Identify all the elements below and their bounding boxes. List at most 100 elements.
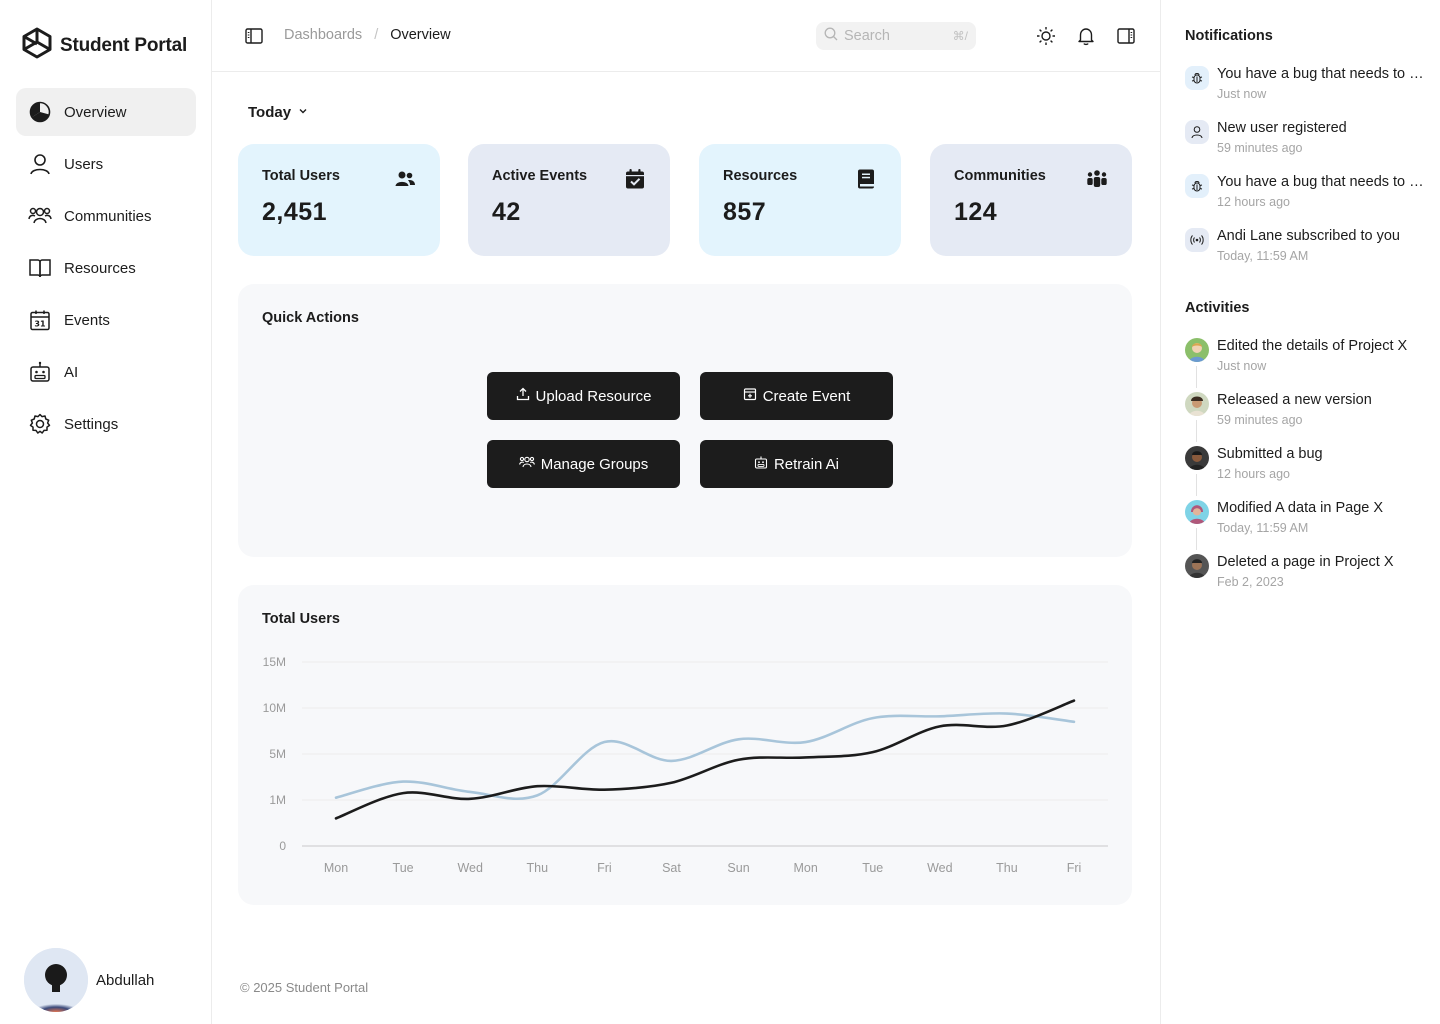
sidebar-item-label: Communities [64, 207, 152, 225]
broadcast-icon [1185, 228, 1209, 252]
notification-text: You have a bug that needs to be fixed [1217, 66, 1425, 82]
avatar [24, 948, 88, 1012]
main-content: Today Total Users 2,451 Active Events 42… [212, 72, 1160, 1024]
activity-item[interactable]: Submitted a bug 12 hours ago [1185, 446, 1429, 496]
notification-item[interactable]: New user registered 59 minutes ago [1185, 120, 1429, 164]
calendar-icon: 31 [28, 308, 52, 332]
search-box[interactable]: ⌘/ [816, 22, 976, 50]
stat-label: Active Events [492, 168, 588, 184]
gear-icon [28, 412, 52, 436]
sidebar: Student Portal Overview Users Communitie… [0, 0, 212, 1024]
stat-label: Total Users [262, 168, 340, 184]
user-profile[interactable]: Abdullah [24, 948, 154, 1012]
panel-toggle-icon[interactable] [1114, 24, 1138, 48]
sidebar-toggle-icon[interactable] [244, 26, 264, 51]
stat-card-active-events[interactable]: Active Events 42 [468, 144, 670, 256]
bell-icon[interactable] [1074, 24, 1098, 48]
calendar-plus-icon [743, 387, 757, 405]
brand[interactable]: Student Portal [20, 26, 187, 65]
search-input[interactable] [844, 28, 940, 44]
header-actions [1034, 24, 1138, 48]
notifications-title: Notifications [1185, 28, 1273, 44]
activity-time: Just now [1217, 359, 1267, 373]
robot-icon [754, 455, 768, 473]
manage-groups-button[interactable]: Manage Groups [487, 440, 680, 488]
stat-card-communities[interactable]: Communities 124 [930, 144, 1132, 256]
button-label: Manage Groups [540, 455, 649, 473]
calendar-check-icon [624, 168, 646, 190]
sidebar-item-label: AI [64, 363, 79, 381]
upload-resource-button[interactable]: Upload Resource [487, 372, 680, 420]
x-tick-label: Sat [662, 861, 681, 875]
x-tick-label: Mon [324, 861, 348, 875]
x-tick-label: Fri [1067, 861, 1082, 875]
total-users-chart: 0 1M 5M 10M 15M Mon Tue Wed Thu Fri Sat Sun Mon Tue We… [263, 655, 1108, 875]
people-group-icon [1086, 168, 1108, 190]
users-icon [394, 168, 416, 190]
activity-item[interactable]: Released a new version 59 minutes ago [1185, 392, 1429, 442]
button-label: Retrain Ai [773, 455, 840, 473]
x-tick-label: Tue [393, 861, 414, 875]
sidebar-item-overview[interactable]: Overview [16, 88, 196, 136]
stat-value: 124 [954, 198, 998, 226]
breadcrumb: Dashboards / Overview [284, 27, 451, 43]
sidebar-nav: Overview Users Communities Resources 31 … [16, 88, 196, 452]
top-header: Dashboards / Overview ⌘/ [212, 0, 1160, 72]
notification-time: Today, 11:59 AM [1217, 249, 1309, 263]
y-tick-label: 0 [279, 839, 286, 853]
breadcrumb-dashboards[interactable]: Dashboards [284, 27, 362, 43]
sidebar-item-resources[interactable]: Resources [16, 244, 196, 292]
sidebar-item-settings[interactable]: Settings [16, 400, 196, 448]
activity-time: 59 minutes ago [1217, 413, 1303, 427]
activity-text: Modified A data in Page X [1217, 500, 1384, 516]
quick-actions-title: Quick Actions [262, 310, 359, 326]
footer-copyright: © 2025 Student Portal [240, 980, 369, 995]
stat-value: 2,451 [262, 198, 328, 226]
book-icon [855, 168, 877, 190]
avatar [1185, 338, 1209, 362]
activity-text: Deleted a page in Project X [1217, 554, 1394, 570]
app-title: Student Portal [60, 34, 188, 56]
avatar [1185, 500, 1209, 524]
activity-text: Edited the details of Project X [1217, 338, 1408, 354]
stat-card-resources[interactable]: Resources 857 [699, 144, 901, 256]
activity-item[interactable]: Modified A data in Page X Today, 11:59 A… [1185, 500, 1429, 550]
activity-time: 12 hours ago [1217, 467, 1290, 481]
activity-item[interactable]: Edited the details of Project X Just now [1185, 338, 1429, 388]
pie-chart-icon [28, 100, 52, 124]
notification-item[interactable]: You have a bug that needs to be fixed Ju… [1185, 66, 1429, 110]
sidebar-item-users[interactable]: Users [16, 140, 196, 188]
sun-icon[interactable] [1034, 24, 1058, 48]
create-event-button[interactable]: Create Event [700, 372, 893, 420]
y-tick-label: 1M [269, 793, 286, 807]
right-rail: Notifications You have a bug that needs … [1160, 0, 1440, 1024]
y-tick-label: 10M [263, 701, 286, 715]
retrain-ai-button[interactable]: Retrain Ai [700, 440, 893, 488]
user-name: Abdullah [96, 971, 155, 989]
notification-text: New user registered [1217, 120, 1347, 136]
book-open-icon [28, 256, 52, 280]
button-label: Create Event [762, 387, 851, 405]
notification-item[interactable]: Andi Lane subscribed to you Today, 11:59… [1185, 228, 1429, 272]
sidebar-item-ai[interactable]: AI [16, 348, 196, 396]
svg-text:31: 31 [34, 320, 46, 329]
x-tick-label: Tue [862, 861, 883, 875]
sidebar-item-communities[interactable]: Communities [16, 192, 196, 240]
date-range-dropdown[interactable]: Today [248, 104, 309, 121]
sidebar-item-events[interactable]: 31 Events [16, 296, 196, 344]
notification-time: 59 minutes ago [1217, 141, 1303, 155]
users-group-icon [28, 204, 52, 228]
activity-time: Feb 2, 2023 [1217, 575, 1284, 589]
date-range-label: Today [248, 104, 292, 121]
stat-label: Communities [954, 168, 1046, 184]
timeline-connector [1196, 528, 1197, 550]
activity-time: Today, 11:59 AM [1217, 521, 1309, 535]
stat-card-total-users[interactable]: Total Users 2,451 [238, 144, 440, 256]
avatar [1185, 554, 1209, 578]
notification-item[interactable]: You have a bug that needs to be fixed 12… [1185, 174, 1429, 218]
activity-item[interactable]: Deleted a page in Project X Feb 2, 2023 [1185, 554, 1429, 598]
x-tick-label: Thu [996, 861, 1018, 875]
stat-label: Resources [723, 168, 798, 184]
timeline-connector [1196, 474, 1197, 496]
button-label: Upload Resource [535, 387, 652, 405]
